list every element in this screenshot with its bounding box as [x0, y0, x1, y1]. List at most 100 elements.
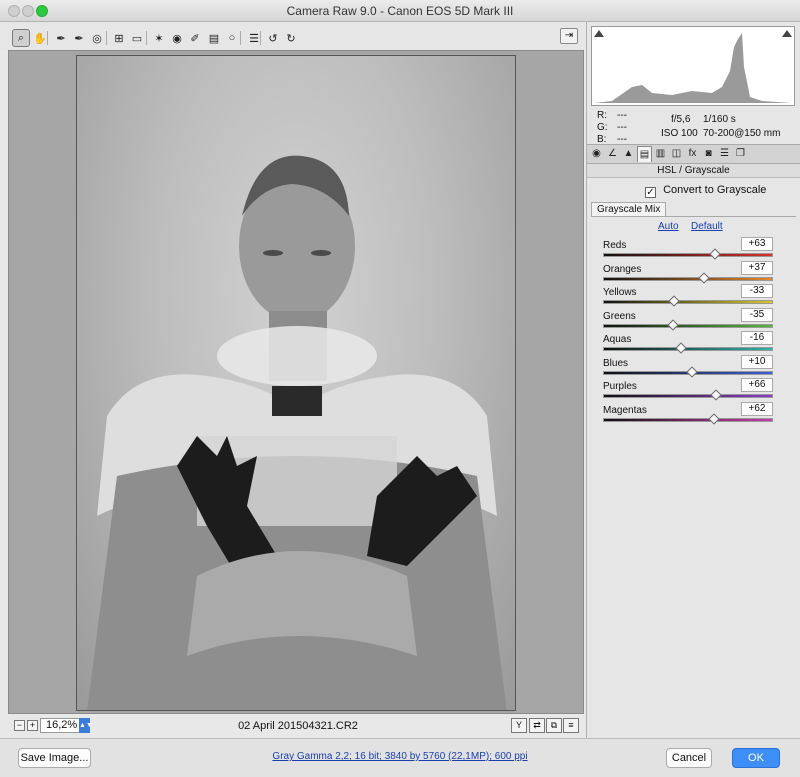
slider-thumb[interactable] — [708, 412, 721, 425]
slider-thumb[interactable] — [710, 389, 722, 401]
slider-value-field[interactable]: -33 — [741, 284, 773, 298]
red-eye-icon[interactable]: ◉ — [168, 29, 186, 47]
crop-icon[interactable]: ⊞ — [110, 29, 128, 47]
highlight-clipping-icon[interactable] — [782, 30, 792, 37]
image-preview[interactable] — [8, 50, 584, 714]
preview-status-bar: − + 16,2% ▲▼ 02 April 201504321.CR2 Y ⇄ … — [8, 716, 584, 736]
readout-g-value: --- — [617, 122, 627, 133]
camera-calibration-tab-icon[interactable]: ◙ — [701, 146, 716, 162]
slider-track[interactable] — [603, 394, 773, 398]
slider-label: Yellows — [603, 287, 637, 298]
zoom-in-button[interactable]: + — [27, 720, 38, 731]
slider-label: Aquas — [603, 334, 632, 345]
default-link[interactable]: Default — [691, 221, 723, 232]
slider-value-field[interactable]: +37 — [741, 260, 773, 275]
cancel-button[interactable]: Cancel — [666, 748, 712, 768]
slider-thumb[interactable] — [709, 248, 721, 260]
graduated-filter-icon[interactable]: ▤ — [205, 29, 223, 47]
slider-value-field[interactable]: -16 — [741, 331, 773, 345]
readout-g-label: G: — [597, 122, 608, 133]
toolbar-separator — [47, 31, 48, 45]
window-title: Camera Raw 9.0 - Canon EOS 5D Mark III — [286, 4, 514, 18]
slider-track[interactable] — [603, 253, 773, 257]
slider-thumb[interactable] — [675, 342, 687, 354]
title-bar: Camera Raw 9.0 - Canon EOS 5D Mark III — [0, 0, 800, 22]
straighten-icon[interactable]: ▭ — [128, 29, 146, 47]
white-balance-icon[interactable]: ✒ — [52, 29, 70, 47]
slider-track[interactable] — [603, 347, 773, 351]
portrait-image — [87, 155, 507, 710]
slider-value-field[interactable]: +63 — [741, 237, 773, 251]
chevron-down-icon[interactable]: ▲▼ — [79, 718, 93, 733]
close-window-button[interactable] — [8, 5, 20, 17]
slider-thumb[interactable] — [668, 295, 680, 307]
file-name: 02 April 201504321.CR2 — [238, 720, 358, 732]
toolbar: ⇥ ⌕ ✋ ✒ ✒ ◎ ⊞ ▭ ✶ ◉ ✐ ▤ ○ ☰ ↺ ↻ — [0, 22, 586, 50]
histogram-graph — [594, 33, 792, 103]
targeted-adjustment-icon[interactable]: ◎ — [88, 29, 106, 47]
rotate-left-icon[interactable]: ↺ — [264, 29, 282, 47]
histogram — [591, 26, 795, 106]
toolbar-separator — [240, 31, 241, 45]
detail-tab-icon[interactable]: ▲ — [621, 146, 636, 162]
slider-track[interactable] — [603, 300, 773, 304]
effects-tab-icon[interactable]: fx — [685, 146, 700, 162]
subtab-divider — [591, 216, 796, 217]
slider-track[interactable] — [603, 276, 773, 281]
slider-value-field[interactable]: +66 — [741, 378, 773, 392]
fullscreen-icon[interactable]: ⇥ — [560, 28, 578, 44]
slider-label: Greens — [603, 310, 636, 322]
lens-corrections-tab-icon[interactable]: ◫ — [669, 146, 684, 162]
readout-r-label: R: — [597, 110, 607, 121]
rotate-right-icon[interactable]: ↻ — [282, 29, 300, 47]
aperture-value: f/5,6 — [671, 114, 691, 125]
shadow-clipping-icon[interactable] — [594, 30, 604, 37]
slider-track[interactable] — [603, 323, 773, 328]
bottom-bar: Save Image... Gray Gamma 2,2; 16 bit; 38… — [0, 738, 800, 777]
radial-filter-icon[interactable]: ○ — [223, 29, 241, 47]
section-title: HSL / Grayscale — [587, 164, 800, 178]
split-toning-tab-icon[interactable]: ▥ — [653, 146, 668, 162]
slider-label: Purples — [603, 381, 637, 392]
slider-value-field[interactable]: -35 — [741, 307, 773, 322]
copy-settings-icon[interactable]: ⧉ — [546, 718, 562, 733]
convert-grayscale-row[interactable]: ✓ Convert to Grayscale — [645, 184, 766, 198]
auto-link[interactable]: Auto — [658, 221, 679, 232]
panel-tabs: ◉ ∠ ▲ ▤ ▥ ◫ fx ◙ ☰ ❐ — [587, 144, 800, 164]
tone-curve-tab-icon[interactable]: ∠ — [605, 146, 620, 162]
lens-value: 70-200@150 mm — [703, 128, 781, 139]
iso-value: ISO 100 — [661, 128, 698, 139]
toggle-settings-icon[interactable]: ≡ — [563, 718, 579, 733]
slider-value-field[interactable]: +62 — [741, 401, 773, 416]
slider-label: Blues — [603, 357, 629, 369]
basic-tab-icon[interactable]: ◉ — [589, 146, 604, 162]
shutter-value: 1/160 s — [703, 114, 736, 125]
slider-thumb[interactable] — [698, 271, 710, 284]
minimize-window-button[interactable] — [22, 5, 34, 17]
tab-grayscale-mix[interactable]: Grayscale Mix — [591, 202, 667, 216]
slider-thumb[interactable] — [686, 365, 698, 378]
swap-settings-icon[interactable]: ⇄ — [529, 718, 545, 733]
pixel-readout: R: --- G: --- B: --- f/5,6 1/160 s ISO 1… — [591, 108, 795, 145]
spot-removal-icon[interactable]: ✶ — [150, 29, 168, 47]
zoom-out-button[interactable]: − — [14, 720, 25, 731]
zoom-icon[interactable]: ⌕ — [12, 29, 30, 47]
before-after-icon[interactable]: Y — [511, 718, 527, 733]
presets-tab-icon[interactable]: ☰ — [717, 146, 732, 162]
snapshots-tab-icon[interactable]: ❐ — [733, 146, 748, 162]
slider-track[interactable] — [603, 417, 773, 422]
toolbar-separator — [146, 31, 147, 45]
convert-grayscale-label: Convert to Grayscale — [663, 184, 767, 196]
readout-r-value: --- — [617, 110, 627, 121]
slider-label: Oranges — [603, 263, 642, 275]
ok-button[interactable]: OK — [732, 748, 780, 768]
adjustment-brush-icon[interactable]: ✐ — [186, 29, 204, 47]
slider-thumb[interactable] — [667, 318, 679, 331]
hsl-grayscale-tab-icon[interactable]: ▤ — [637, 146, 652, 162]
zoom-window-button[interactable] — [36, 5, 48, 17]
color-sampler-icon[interactable]: ✒ — [70, 29, 88, 47]
slider-value-field[interactable]: +10 — [741, 354, 773, 369]
slider-label: Reds — [603, 240, 627, 251]
slider-magentas: Magentas +62 — [603, 401, 775, 428]
convert-grayscale-checkbox[interactable]: ✓ — [645, 187, 656, 198]
